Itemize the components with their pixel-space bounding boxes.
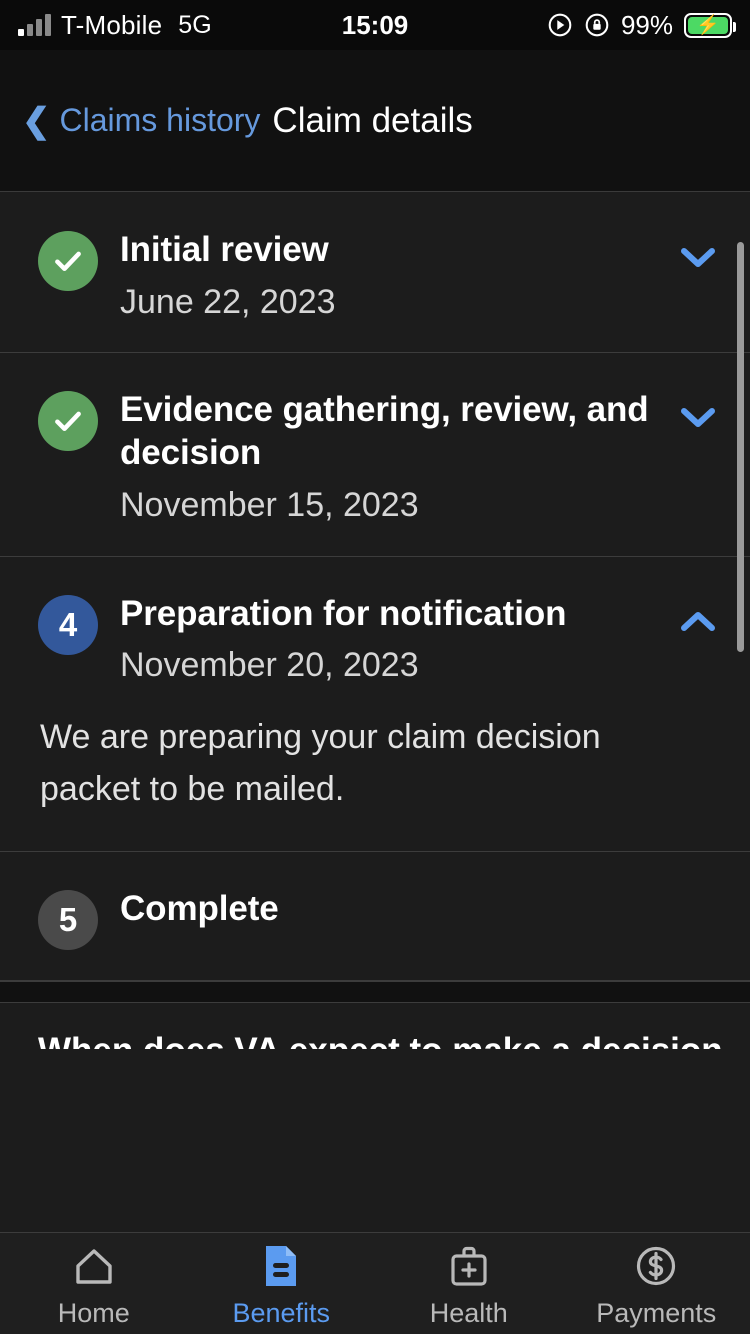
step-header: 5 Complete [38, 888, 726, 951]
bottom-tab-bar: Home Benefits Health Payments [0, 1232, 750, 1334]
document-icon [260, 1243, 302, 1289]
step-title: Preparation for notification [120, 593, 567, 633]
tab-label: Home [57, 1297, 130, 1328]
status-bar-left: T-Mobile 5G [18, 10, 212, 41]
step-title: Complete [120, 889, 279, 929]
chevron-up-icon[interactable] [670, 599, 726, 645]
back-button[interactable]: ❮ Claims history [22, 102, 260, 139]
step-text: Evidence gathering, review, and decision… [98, 389, 670, 525]
status-bar-right: 99% ⚡ [547, 9, 736, 41]
tab-benefits[interactable]: Benefits [188, 1233, 376, 1334]
battery-charging-icon: ⚡ [684, 12, 736, 38]
dollar-circle-icon [633, 1243, 679, 1289]
tab-payments[interactable]: Payments [563, 1233, 750, 1334]
check-circle-icon [38, 391, 98, 452]
step-date: June 22, 2023 [120, 282, 336, 321]
tab-health[interactable]: Health [375, 1233, 563, 1334]
tab-label: Benefits [232, 1297, 331, 1328]
step-date: November 20, 2023 [120, 646, 419, 685]
step-number-label: 4 [58, 605, 78, 643]
step-number-circle: 5 [38, 890, 98, 951]
carrier-label: T-Mobile [61, 9, 163, 40]
navigation-header: ❮ Claims history Claim details [0, 50, 750, 192]
chevron-down-icon[interactable] [670, 395, 726, 441]
battery-percent-label: 99% [620, 9, 673, 40]
timeline-step-evidence-gathering[interactable]: Evidence gathering, review, and decision… [0, 353, 750, 557]
rotation-lock-icon [584, 12, 610, 38]
step-header: Initial review June 22, 2023 [38, 229, 726, 322]
step-header: Evidence gathering, review, and decision… [38, 389, 726, 525]
app-screen: T-Mobile 5G 15:09 99% ⚡ ❮ Claims history… [0, 0, 750, 1334]
network-type-label: 5G [178, 10, 212, 39]
medical-bag-icon [447, 1243, 491, 1289]
step-text: Initial review June 22, 2023 [98, 229, 670, 322]
home-icon [71, 1243, 117, 1289]
tab-label: Payments [596, 1297, 717, 1328]
section-divider [0, 981, 750, 1004]
vertical-scrollbar[interactable] [737, 242, 744, 652]
location-arrow-icon [547, 12, 573, 38]
tab-home[interactable]: Home [0, 1233, 188, 1334]
page-title: Claim details [272, 100, 473, 140]
chevron-left-icon: ❮ [22, 101, 51, 140]
timeline-step-initial-review[interactable]: Initial review June 22, 2023 [0, 193, 750, 354]
status-bar: T-Mobile 5G 15:09 99% ⚡ [0, 0, 750, 50]
check-circle-icon [38, 231, 98, 291]
next-section-heading: When does VA expect to make a decision [38, 1031, 723, 1049]
step-description: We are preparing your claim decision pac… [40, 718, 601, 808]
tab-label: Health [429, 1297, 508, 1328]
signal-bars-icon [18, 14, 51, 36]
timeline-step-complete[interactable]: 5 Complete [0, 852, 750, 982]
timeline-step-preparation-for-notification[interactable]: 4 Preparation for notification November … [0, 557, 750, 853]
step-date: November 15, 2023 [120, 485, 419, 524]
chevron-down-icon[interactable] [670, 235, 726, 281]
back-button-label: Claims history [59, 102, 261, 138]
step-text: Complete [98, 888, 726, 931]
step-text: Preparation for notification November 20… [98, 593, 670, 686]
step-title: Initial review [120, 230, 329, 269]
step-title: Evidence gathering, review, and decision [120, 390, 649, 473]
claim-status-list: Initial review June 22, 2023 Evidence ga… [0, 193, 750, 1232]
step-header: 4 Preparation for notification November … [38, 593, 726, 686]
step-number-circle: 4 [38, 594, 98, 655]
step-number-label: 5 [58, 901, 78, 939]
next-section: When does VA expect to make a decision [0, 1003, 750, 1049]
